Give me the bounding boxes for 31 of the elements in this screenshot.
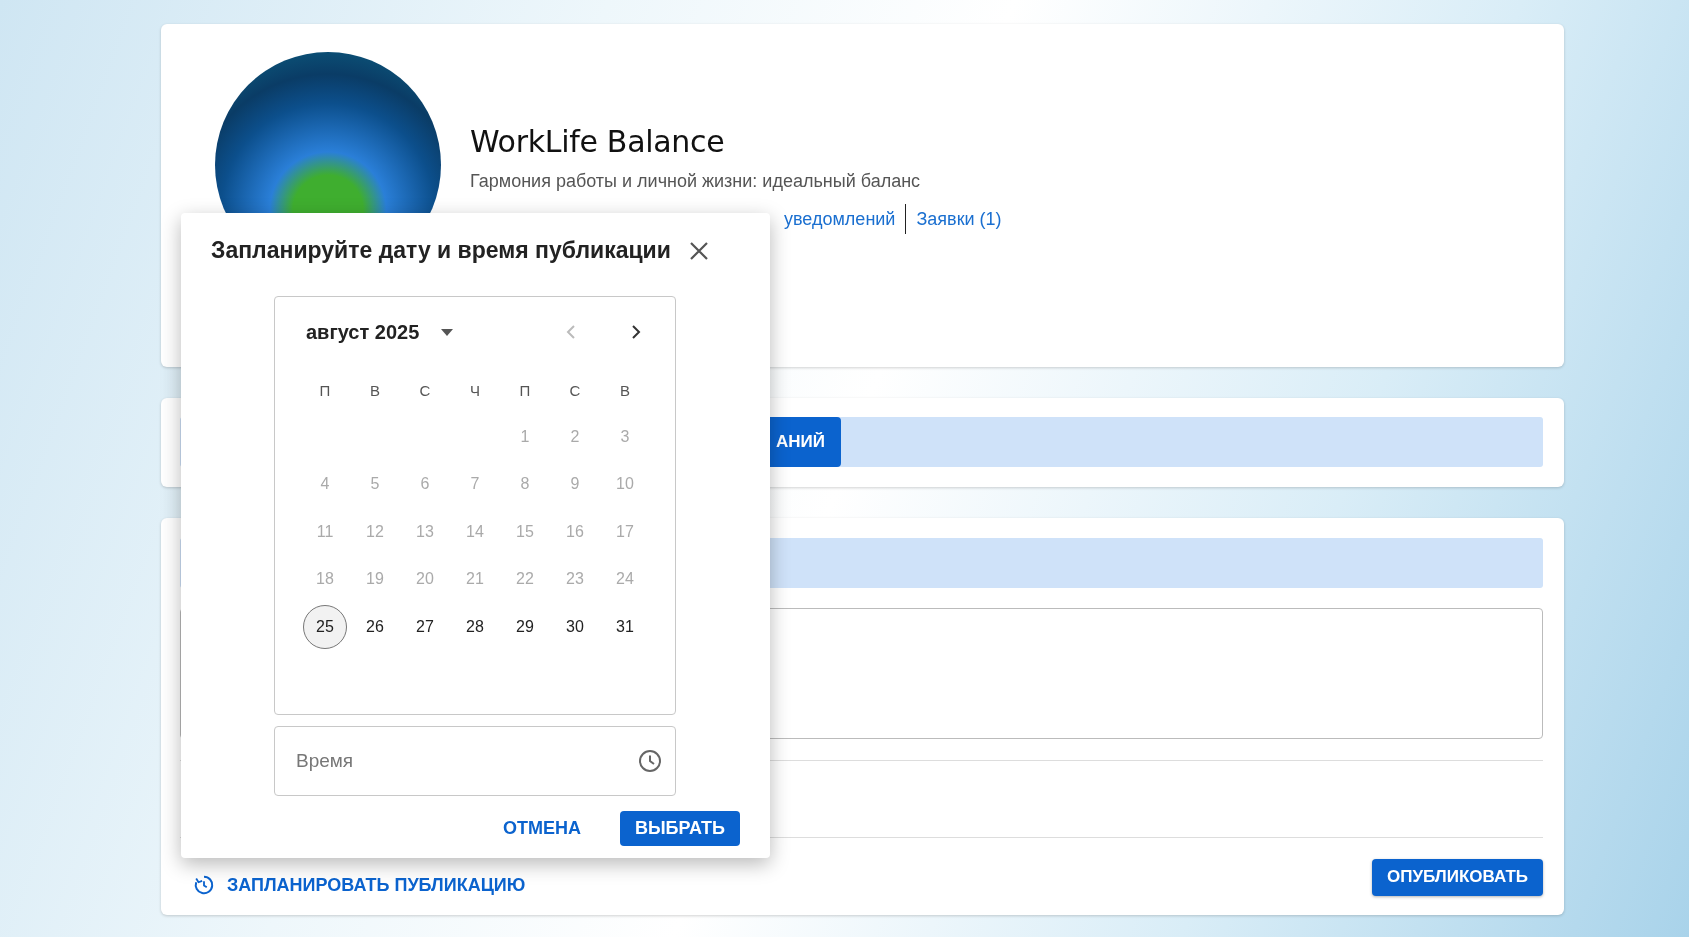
weekday-label: С: [418, 381, 432, 399]
close-icon[interactable]: [688, 240, 709, 261]
calendar-day[interactable]: 26: [353, 604, 397, 649]
weekday-label: С: [568, 381, 582, 399]
group-title: WorkLife Balance: [470, 124, 726, 159]
group-description: Гармония работы и личной жизни: идеальный баланс: [470, 171, 922, 192]
select-button[interactable]: ВЫБРАТЬ: [619, 811, 740, 846]
weekday-label: Ч: [469, 381, 481, 399]
toolbar-button[interactable]: АНИЙ: [770, 417, 841, 467]
weekday-label: П: [318, 381, 332, 399]
weekday-label: В: [619, 381, 631, 399]
group-link[interactable]: уведомлений: [784, 208, 896, 230]
calendar-day[interactable]: 27: [403, 604, 447, 649]
calendar-day[interactable]: 29: [503, 604, 547, 649]
calendar-day[interactable]: 28: [453, 604, 497, 649]
calendar-day[interactable]: 30: [553, 604, 597, 649]
weekday-label: В: [369, 381, 381, 399]
calendar-day[interactable]: 25: [303, 604, 347, 649]
dialog-title: Запланируйте дату и время публикации: [211, 237, 671, 264]
publish-button[interactable]: ОПУБЛИКОВАТЬ: [1371, 858, 1543, 896]
month-label[interactable]: август 2025: [306, 320, 420, 344]
caret-icon[interactable]: [441, 328, 454, 336]
group-link[interactable]: Заявки (1): [916, 208, 1002, 230]
cancel-button[interactable]: ОТМЕНА: [487, 811, 596, 846]
weekday-label: П: [518, 381, 532, 399]
clock-icon[interactable]: [638, 749, 662, 773]
time-field[interactable]: Время: [274, 726, 676, 796]
schedule-link[interactable]: ЗАПЛАНИРОВАТЬ ПУБЛИКАЦИЮ: [193, 874, 526, 896]
timer-icon: [193, 874, 215, 896]
next-month-icon[interactable]: [631, 324, 641, 340]
calendar-day[interactable]: 31: [603, 604, 647, 649]
